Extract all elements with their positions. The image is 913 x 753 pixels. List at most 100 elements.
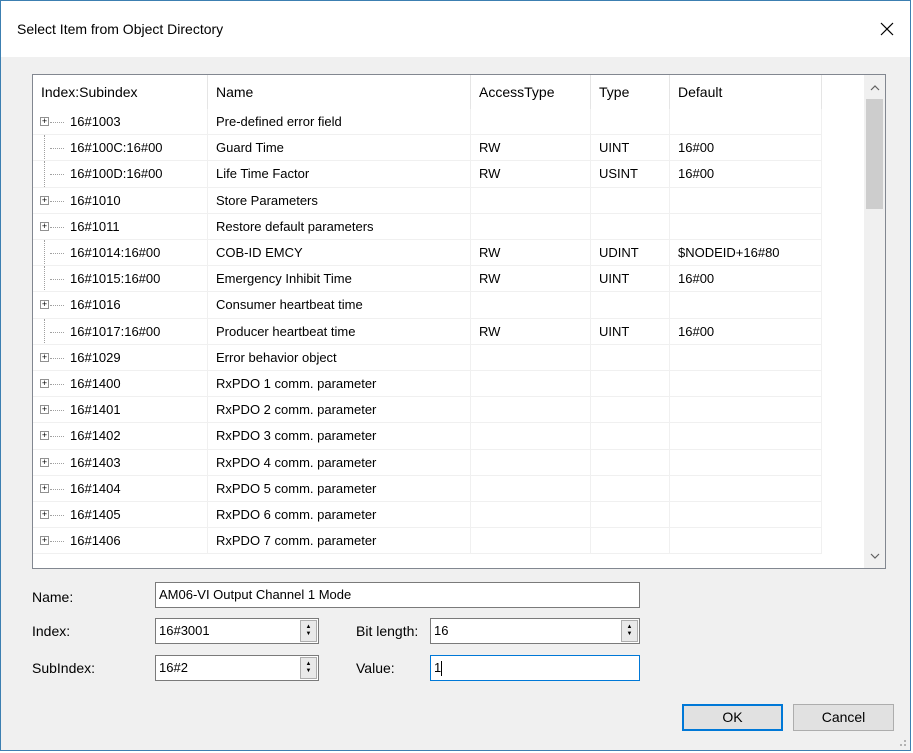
expand-icon[interactable]: + — [40, 431, 49, 441]
cell-name: Consumer heartbeat time — [208, 292, 471, 319]
table-row[interactable]: +16#1402 RxPDO 3 comm. parameter — [33, 423, 822, 450]
column-header-accesstype[interactable]: AccessType — [471, 75, 591, 109]
expand-icon[interactable]: + — [40, 536, 49, 546]
table-row[interactable]: 16#1015:16#00 Emergency Inhibit Time RW UIN… — [33, 266, 822, 293]
cell-name: RxPDO 1 comm. parameter — [208, 371, 471, 398]
cell-index: +16#1003 — [33, 109, 208, 136]
index-text: 16#1010 — [70, 192, 121, 208]
cell-name: Life Time Factor — [208, 161, 471, 188]
expand-icon[interactable]: + — [40, 195, 49, 205]
chevron-up-icon — [870, 84, 879, 90]
object-directory-grid[interactable]: Index:Subindex Name AccessType Type Defa… — [32, 74, 886, 569]
close-icon — [880, 22, 894, 36]
cancel-button[interactable]: Cancel — [793, 704, 894, 731]
close-button[interactable] — [864, 1, 910, 57]
tree-line — [50, 331, 64, 333]
expand-icon[interactable]: + — [40, 483, 49, 493]
table-row[interactable]: +16#1003 Pre-defined error field — [33, 109, 822, 136]
bitlength-spinner[interactable]: ▲ ▼ — [621, 620, 638, 642]
grid-header: Index:Subindex Name AccessType Type Defa… — [33, 75, 864, 109]
ok-button[interactable]: OK — [682, 704, 783, 731]
bitlength-value: 16 — [434, 623, 449, 638]
cell-default — [670, 397, 822, 424]
value-field[interactable]: 1 — [430, 655, 640, 681]
column-header-label: AccessType — [479, 84, 555, 100]
subindex-spinner[interactable]: ▲ ▼ — [300, 657, 317, 679]
table-row[interactable]: +16#1403 RxPDO 4 comm. parameter — [33, 449, 822, 476]
tree-line — [50, 226, 64, 228]
expand-icon[interactable]: + — [40, 352, 49, 362]
table-row[interactable]: +16#1404 RxPDO 5 comm. parameter — [33, 475, 822, 502]
tree-line — [50, 122, 64, 123]
tree-line — [44, 240, 45, 266]
scroll-up-button[interactable] — [864, 79, 885, 96]
bitlength-field[interactable]: 16 — [430, 618, 640, 644]
expand-icon[interactable]: + — [40, 300, 49, 310]
cell-accesstype — [471, 213, 591, 240]
object-directory-dialog: Select Item from Object Directory Index:… — [0, 0, 911, 751]
subindex-label: SubIndex: — [32, 660, 96, 676]
table-row[interactable]: 16#100D:16#00 Life Time Factor RW USINT 16#0… — [33, 161, 822, 188]
table-row[interactable]: 16#100C:16#00 Guard Time RW UINT 16#00 — [33, 135, 822, 162]
scroll-down-button[interactable] — [864, 547, 885, 564]
cell-default: 16#00 — [670, 266, 822, 293]
expand-icon[interactable]: + — [40, 221, 49, 231]
table-row[interactable]: +16#1405 RxPDO 6 comm. parameter — [33, 502, 822, 529]
cell-index: +16#1405 — [33, 502, 208, 529]
cell-default — [670, 423, 822, 450]
cell-index: +16#1011 — [33, 213, 208, 240]
cell-type — [591, 502, 670, 529]
cell-name: COB-ID EMCY — [208, 240, 471, 267]
spin-down-icon: ▼ — [305, 631, 312, 637]
column-header-default[interactable]: Default — [670, 75, 822, 109]
expand-icon[interactable]: + — [40, 405, 49, 415]
text-cursor — [441, 661, 443, 677]
column-header-label: Default — [678, 84, 723, 100]
cell-type — [591, 449, 670, 476]
spin-down-icon: ▼ — [626, 631, 633, 637]
chevron-down-icon — [870, 553, 879, 559]
index-label: Index: — [32, 623, 71, 639]
column-header-index[interactable]: Index:Subindex — [33, 75, 208, 109]
tree-line — [50, 200, 64, 202]
name-field[interactable]: AM06-VI Output Channel 1 Mode — [155, 582, 640, 608]
cell-default — [670, 449, 822, 476]
cell-type — [591, 344, 670, 371]
expand-icon[interactable]: + — [40, 457, 49, 467]
expand-icon[interactable]: + — [40, 510, 49, 519]
table-row[interactable]: 16#1014:16#00 COB-ID EMCY RW UDINT $NODEID+1… — [33, 240, 822, 267]
column-header-name[interactable]: Name — [208, 75, 471, 109]
table-row[interactable]: +16#1011 Restore default parameters — [33, 213, 822, 240]
index-text: 16#1401 — [70, 402, 121, 418]
column-header-type[interactable]: Type — [591, 75, 670, 109]
cell-accesstype — [471, 528, 591, 555]
index-text: 16#1017:16#00 — [70, 323, 161, 339]
table-row[interactable]: 16#1017:16#00 Producer heartbeat time RW UI… — [33, 318, 822, 345]
scroll-thumb[interactable] — [866, 99, 883, 209]
table-row[interactable]: +16#1406 RxPDO 7 comm. parameter — [33, 528, 822, 555]
expand-icon[interactable]: + — [40, 379, 49, 388]
expand-icon[interactable]: + — [40, 117, 49, 126]
cell-default — [670, 187, 822, 214]
cell-accesstype — [471, 397, 591, 424]
vertical-scrollbar[interactable] — [864, 75, 885, 568]
spin-up-icon: ▲ — [626, 624, 633, 630]
cell-index: +16#1400 — [33, 371, 208, 398]
table-row[interactable]: +16#1401 RxPDO 2 comm. parameter — [33, 397, 822, 424]
cell-type: UINT — [591, 135, 670, 162]
cell-accesstype — [471, 187, 591, 214]
subindex-field[interactable]: 16#2 — [155, 655, 319, 681]
cell-default — [670, 109, 822, 136]
table-row[interactable]: +16#1400 RxPDO 1 comm. parameter — [33, 371, 822, 398]
cell-name: Producer heartbeat time — [208, 318, 471, 345]
tree-line — [50, 541, 64, 543]
table-row[interactable]: +16#1010 Store Parameters — [33, 187, 822, 214]
table-row[interactable]: +16#1029 Error behavior object — [33, 344, 822, 371]
table-row[interactable]: +16#1016 Consumer heartbeat time — [33, 292, 822, 319]
index-spinner[interactable]: ▲ ▼ — [300, 620, 317, 642]
cell-accesstype: RW — [471, 161, 591, 188]
cell-name: Error behavior object — [208, 344, 471, 371]
tree-line — [50, 279, 64, 281]
index-field[interactable]: 16#3001 — [155, 618, 319, 644]
resize-grip-icon[interactable] — [897, 737, 907, 747]
